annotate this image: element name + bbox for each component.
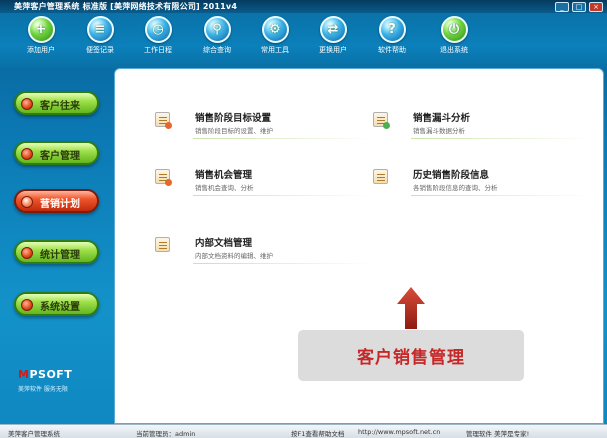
item-description: 销售机会查询、分析	[195, 184, 254, 192]
nav-label: 营销计划	[40, 199, 80, 210]
item-description: 销售漏斗数据分析	[413, 127, 465, 135]
status-app-name: 美萍客户管理系统	[8, 430, 60, 438]
nav-system-settings[interactable]: 系统设置	[14, 292, 99, 316]
bullet-icon	[21, 247, 33, 259]
bullet-icon	[21, 98, 33, 110]
divider	[193, 195, 373, 196]
divider	[193, 138, 373, 139]
help-button[interactable]: ? 软件帮助	[360, 16, 424, 55]
callout-text: 客户销售管理	[357, 348, 465, 368]
toolbar-label: 便签记录	[86, 46, 114, 54]
bullet-icon	[21, 148, 33, 160]
chart-doc-icon	[373, 112, 390, 129]
switch-user-button[interactable]: ⇄ 更换用户	[301, 16, 365, 55]
toolbar: + 添加用户 ≡ 便签记录 ◷ 工作日程 ⚲ 综合查询 ⚙ 常用工具 ⇄ 更换用…	[0, 13, 607, 68]
item-description: 内部文档资料的编辑、维护	[195, 252, 273, 260]
item-title: 内部文档管理	[195, 238, 253, 249]
divider	[193, 263, 373, 264]
help-icon: ?	[378, 16, 406, 43]
nav-marketing-plan[interactable]: 营销计划	[14, 189, 99, 213]
status-help-hint: 按F1查看帮助文档	[291, 430, 345, 438]
document-icon	[155, 237, 170, 252]
status-bar: 美萍客户管理系统 当前管理员：admin 按F1查看帮助文档 http://ww…	[0, 424, 607, 438]
search-button[interactable]: ⚲ 综合查询	[185, 16, 249, 55]
nav-label: 客户管理	[40, 151, 80, 162]
window-controls: _ □ ×	[555, 2, 603, 12]
settings-doc-icon	[155, 112, 172, 129]
toolbar-label: 工作日程	[144, 46, 172, 54]
power-icon: ⏻	[440, 16, 468, 43]
toolbar-label: 更换用户	[319, 46, 347, 54]
nav-label: 客户往来	[40, 101, 80, 112]
tools-icon: ⚙	[261, 16, 289, 43]
toolbar-label: 添加用户	[27, 46, 55, 54]
calendar-icon: ◷	[144, 16, 172, 43]
minimize-button[interactable]: _	[555, 2, 569, 12]
toolbar-label: 综合查询	[203, 46, 231, 54]
nav-label: 系统设置	[40, 302, 80, 313]
status-slogan: 管理软件 美萍是专家!	[466, 430, 530, 438]
add-user-button[interactable]: + 添加用户	[9, 16, 73, 55]
status-operator: 当前管理员：admin	[136, 430, 196, 438]
callout-box: 客户销售管理	[298, 330, 524, 381]
switch-user-icon: ⇄	[319, 16, 347, 43]
item-title: 历史销售阶段信息	[413, 170, 490, 181]
exit-button[interactable]: ⏻ 退出系统	[422, 16, 486, 55]
memo-button[interactable]: ≡ 便签记录	[68, 16, 132, 55]
maximize-button[interactable]: □	[572, 2, 586, 12]
status-url[interactable]: http://www.mpsoft.net.cn	[358, 428, 440, 436]
search-icon: ⚲	[203, 16, 231, 43]
tools-button[interactable]: ⚙ 常用工具	[243, 16, 307, 55]
logo-slogan: 美萍软件 服务无限	[18, 386, 68, 393]
nav-customer-contacts[interactable]: 客户往来	[14, 91, 99, 115]
divider	[411, 195, 591, 196]
item-title: 销售阶段目标设置	[195, 113, 272, 124]
toolbar-label: 退出系统	[440, 46, 468, 54]
nav-customer-management[interactable]: 客户管理	[14, 141, 99, 165]
mpsoft-logo: MPSOFT 美萍软件 服务无限	[18, 368, 98, 393]
close-button[interactable]: ×	[589, 2, 603, 12]
item-title: 销售机会管理	[195, 170, 253, 181]
history-doc-icon	[373, 169, 388, 184]
logo-brand: MPSOFT	[18, 368, 73, 381]
item-description: 销售阶段目标的设置、维护	[195, 127, 273, 135]
window-title: 美萍客户管理系统 标准版 [美萍网络技术有限公司] 2011v4	[14, 2, 238, 11]
item-title: 销售漏斗分析	[413, 113, 471, 124]
memo-icon: ≡	[86, 16, 114, 43]
opportunity-doc-icon	[155, 169, 172, 186]
nav-statistics[interactable]: 统计管理	[14, 240, 99, 264]
title-bar: 美萍客户管理系统 标准版 [美萍网络技术有限公司] 2011v4 _ □ ×	[0, 0, 607, 13]
divider	[411, 138, 591, 139]
calendar-button[interactable]: ◷ 工作日程	[126, 16, 190, 55]
bullet-icon	[21, 196, 33, 208]
up-arrow-icon	[397, 287, 425, 329]
toolbar-label: 软件帮助	[378, 46, 406, 54]
app-window: 美萍客户管理系统 标准版 [美萍网络技术有限公司] 2011v4 _ □ × +…	[0, 0, 607, 438]
nav-label: 统计管理	[40, 250, 80, 261]
toolbar-label: 常用工具	[261, 46, 289, 54]
add-user-icon: +	[27, 16, 55, 43]
item-description: 各销售阶段信息的查询、分析	[413, 184, 498, 192]
content-panel: 销售阶段目标设置 销售阶段目标的设置、维护 销售漏斗分析 销售漏斗数据分析 销售…	[114, 68, 604, 424]
bullet-icon	[21, 299, 33, 311]
